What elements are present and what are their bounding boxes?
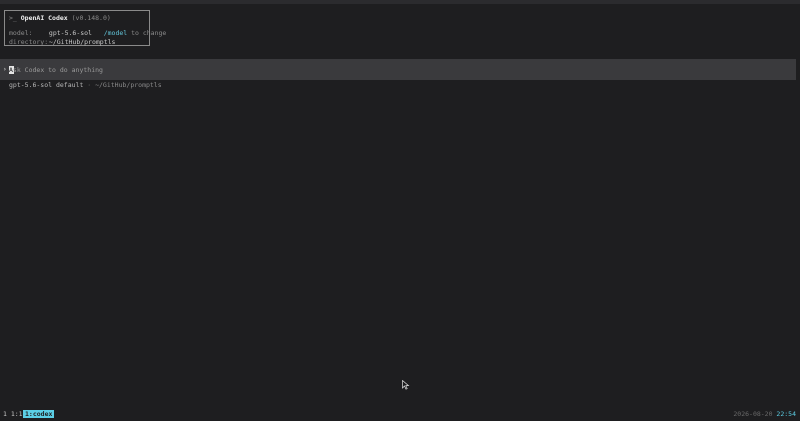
window-top-bar [0,0,800,4]
prompt-input[interactable]: Ask Codex to do anything [9,66,103,74]
arrow-cursor-icon [402,380,410,390]
app-version: (v0.148.0) [71,14,111,22]
tmux-date: 2026-08-20 [733,410,777,418]
tmux-status-bar [0,410,800,418]
tmux-window-tab[interactable]: 1:codex [23,410,55,418]
directory-key: directory: [9,38,49,46]
status-line: gpt-5.6-sol default · ~/GitHub/promptls [9,81,162,89]
header-title-row: >_ OpenAI Codex (v0.148.0) [9,14,145,23]
tmux-time: 22:54 [776,410,796,418]
prompt-input-bar[interactable] [0,59,796,80]
codex-header-box: >_ OpenAI Codex (v0.148.0) model: gpt-5.… [4,10,166,47]
prompt-placeholder: sk Codex to do anything [12,66,103,74]
prompt-chevron-icon: › [3,66,7,73]
tmux-session: 1 1:1 [3,410,23,418]
model-command[interactable]: /model [104,29,127,37]
status-separator: · [83,81,96,89]
directory-value: ~/GitHub/promptls [48,38,116,46]
tmux-clock: 2026-08-20 22:54 [733,410,796,418]
status-directory: ~/GitHub/promptls [95,81,162,89]
model-value: gpt-5.6-sol [48,29,92,37]
app-name: OpenAI Codex [20,14,68,22]
prompt-symbol-icon: >_ [9,14,17,22]
directory-row: directory: ~/GitHub/promptls [9,38,145,47]
model-row: model: gpt-5.6-sol /model to change [9,29,166,38]
model-hint: to change [127,29,167,37]
status-model: gpt-5.6-sol default [9,81,84,89]
model-key: model: [9,29,33,37]
